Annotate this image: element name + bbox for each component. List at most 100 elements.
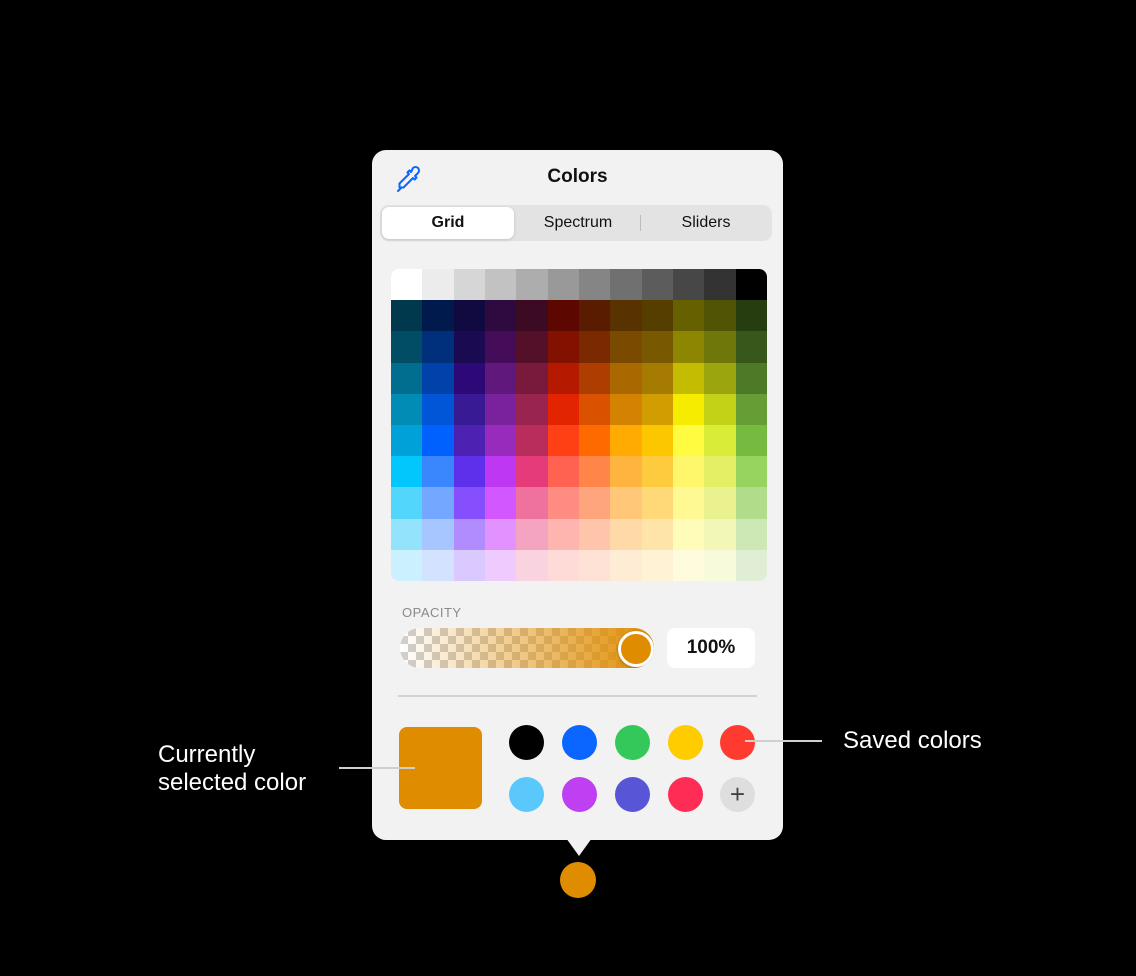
grid-color-cell[interactable]: [735, 487, 767, 519]
grid-color-cell[interactable]: [735, 425, 767, 457]
grid-color-cell[interactable]: [735, 456, 767, 488]
opacity-slider[interactable]: [400, 628, 654, 668]
grid-color-cell[interactable]: [579, 518, 611, 550]
grid-color-cell[interactable]: [673, 549, 705, 581]
grid-color-cell[interactable]: [516, 518, 548, 550]
grid-color-cell[interactable]: [485, 425, 517, 457]
grid-color-cell[interactable]: [641, 362, 673, 394]
grid-color-cell[interactable]: [547, 456, 579, 488]
grid-color-cell[interactable]: [641, 425, 673, 457]
opacity-value-field[interactable]: 100%: [667, 628, 755, 668]
grid-color-cell[interactable]: [673, 425, 705, 457]
grid-color-cell[interactable]: [641, 300, 673, 332]
grid-color-cell[interactable]: [735, 300, 767, 332]
grid-color-cell[interactable]: [704, 549, 736, 581]
saved-color-swatch[interactable]: [668, 777, 703, 812]
saved-color-swatch[interactable]: [562, 725, 597, 760]
grid-color-cell[interactable]: [485, 393, 517, 425]
grid-color-cell[interactable]: [453, 269, 485, 301]
grid-color-cell[interactable]: [579, 300, 611, 332]
grid-color-cell[interactable]: [704, 487, 736, 519]
grid-color-cell[interactable]: [547, 393, 579, 425]
grid-color-cell[interactable]: [641, 393, 673, 425]
grid-color-cell[interactable]: [735, 393, 767, 425]
grid-color-cell[interactable]: [610, 393, 642, 425]
add-color-button[interactable]: +: [720, 777, 755, 812]
grid-color-cell[interactable]: [641, 269, 673, 301]
grid-color-cell[interactable]: [516, 549, 548, 581]
grid-color-cell[interactable]: [547, 331, 579, 363]
grid-color-cell[interactable]: [485, 549, 517, 581]
saved-color-swatch[interactable]: [720, 725, 755, 760]
grid-color-cell[interactable]: [579, 549, 611, 581]
grid-color-cell[interactable]: [485, 300, 517, 332]
grid-color-cell[interactable]: [579, 362, 611, 394]
grid-color-cell[interactable]: [453, 331, 485, 363]
grid-color-cell[interactable]: [391, 362, 423, 394]
grid-color-cell[interactable]: [641, 518, 673, 550]
grid-color-cell[interactable]: [735, 362, 767, 394]
grid-color-cell[interactable]: [453, 425, 485, 457]
grid-color-cell[interactable]: [579, 393, 611, 425]
saved-color-swatch[interactable]: [615, 777, 650, 812]
grid-color-cell[interactable]: [735, 549, 767, 581]
tab-grid[interactable]: Grid: [382, 207, 514, 239]
grid-color-cell[interactable]: [391, 331, 423, 363]
grid-color-cell[interactable]: [610, 331, 642, 363]
grid-color-cell[interactable]: [673, 518, 705, 550]
grid-color-cell[interactable]: [610, 269, 642, 301]
grid-color-cell[interactable]: [735, 331, 767, 363]
grid-color-cell[interactable]: [704, 518, 736, 550]
grid-color-cell[interactable]: [673, 331, 705, 363]
grid-color-cell[interactable]: [453, 300, 485, 332]
grid-color-cell[interactable]: [422, 393, 454, 425]
grid-color-cell[interactable]: [485, 331, 517, 363]
grid-color-cell[interactable]: [516, 269, 548, 301]
tab-sliders[interactable]: Sliders: [642, 207, 770, 239]
grid-color-cell[interactable]: [391, 487, 423, 519]
grid-color-cell[interactable]: [547, 269, 579, 301]
grid-color-cell[interactable]: [610, 300, 642, 332]
saved-color-swatch[interactable]: [668, 725, 703, 760]
grid-color-cell[interactable]: [453, 549, 485, 581]
grid-color-cell[interactable]: [735, 518, 767, 550]
grid-color-cell[interactable]: [516, 362, 548, 394]
grid-color-cell[interactable]: [516, 425, 548, 457]
grid-color-cell[interactable]: [422, 487, 454, 519]
grid-color-cell[interactable]: [579, 487, 611, 519]
grid-color-cell[interactable]: [422, 518, 454, 550]
grid-color-cell[interactable]: [391, 456, 423, 488]
grid-color-cell[interactable]: [704, 300, 736, 332]
grid-color-cell[interactable]: [641, 456, 673, 488]
color-well-button[interactable]: [560, 862, 596, 898]
grid-color-cell[interactable]: [673, 300, 705, 332]
grid-color-cell[interactable]: [673, 393, 705, 425]
grid-color-cell[interactable]: [610, 362, 642, 394]
grid-color-cell[interactable]: [704, 269, 736, 301]
grid-color-cell[interactable]: [453, 456, 485, 488]
grid-color-cell[interactable]: [391, 269, 423, 301]
grid-color-cell[interactable]: [485, 362, 517, 394]
grid-color-cell[interactable]: [391, 393, 423, 425]
grid-color-cell[interactable]: [516, 300, 548, 332]
grid-color-cell[interactable]: [453, 393, 485, 425]
grid-color-cell[interactable]: [704, 393, 736, 425]
grid-color-cell[interactable]: [610, 549, 642, 581]
grid-color-cell[interactable]: [579, 456, 611, 488]
grid-color-cell[interactable]: [547, 549, 579, 581]
grid-color-cell[interactable]: [673, 456, 705, 488]
grid-color-cell[interactable]: [735, 269, 767, 301]
grid-color-cell[interactable]: [453, 487, 485, 519]
grid-color-cell[interactable]: [485, 518, 517, 550]
grid-color-cell[interactable]: [579, 425, 611, 457]
grid-color-cell[interactable]: [422, 456, 454, 488]
saved-color-swatch[interactable]: [615, 725, 650, 760]
grid-color-cell[interactable]: [610, 487, 642, 519]
grid-color-cell[interactable]: [641, 331, 673, 363]
grid-color-cell[interactable]: [485, 269, 517, 301]
grid-color-cell[interactable]: [516, 487, 548, 519]
grid-color-cell[interactable]: [547, 518, 579, 550]
grid-color-cell[interactable]: [516, 393, 548, 425]
grid-color-cell[interactable]: [547, 425, 579, 457]
grid-color-cell[interactable]: [453, 362, 485, 394]
